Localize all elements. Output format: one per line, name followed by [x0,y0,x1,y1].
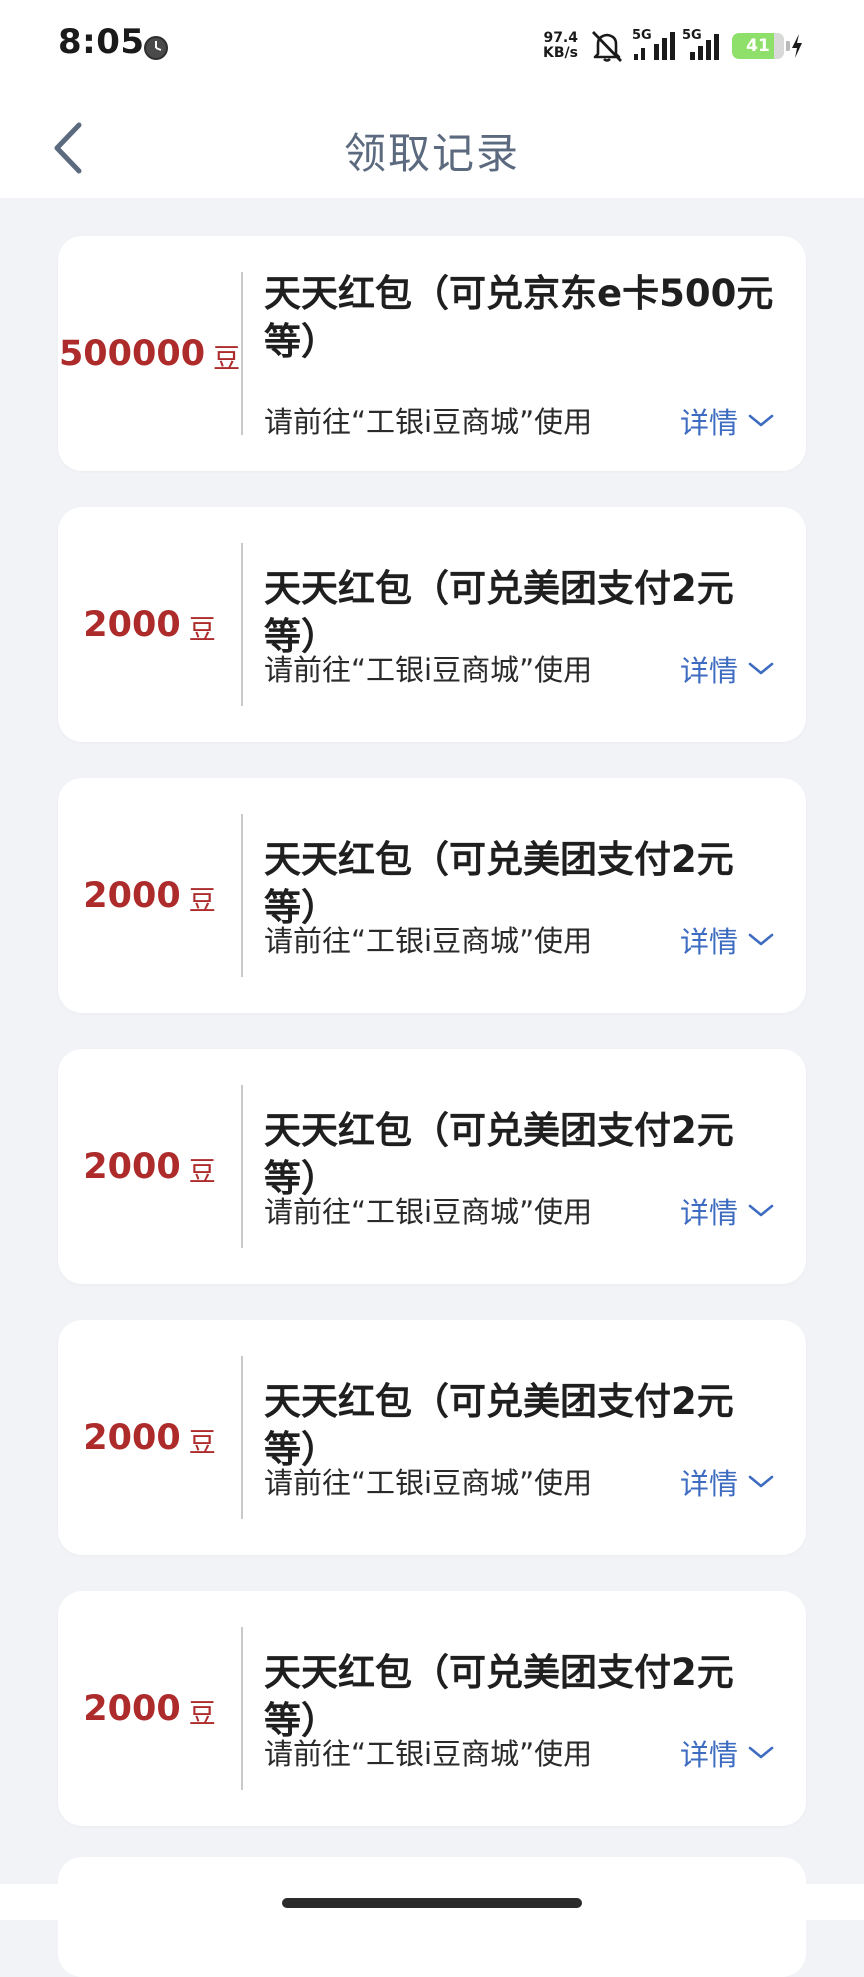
chevron-down-icon [748,933,774,946]
record-subtitle: 请前往“工银i豆商城”使用 [264,1466,593,1500]
chevron-down-icon [748,1475,774,1488]
status-indicators: 97.4 KB/s 5G 5G 41 [543,26,804,66]
divider [241,1085,243,1248]
record-card: 2000 豆 天天红包（可兑美团支付2元等） 请前往“工银i豆商城”使用 详情 [58,1591,806,1826]
chevron-down-icon [748,1204,774,1217]
bean-amount: 2000 豆 [58,1591,241,1826]
amount-unit: 豆 [188,1157,216,1188]
signal-strength-1: 5G [632,28,676,64]
network-speed-unit: KB/s [543,45,578,61]
bean-amount: 2000 豆 [58,1320,241,1555]
record-subtitle: 请前往“工银i豆商城”使用 [264,924,593,958]
home-indicator[interactable] [282,1898,582,1908]
page-header: 领取记录 [0,96,864,198]
amount-unit: 豆 [188,886,216,917]
divider [241,272,243,435]
amount-value: 2000 [83,1146,181,1187]
amount-value: 2000 [83,875,181,916]
details-label: 详情 [679,1196,738,1230]
battery-indicator: 41 [732,33,790,59]
amount-value: 500000 [58,333,206,374]
record-subtitle: 请前往“工银i豆商城”使用 [264,1195,593,1229]
network-speed-value: 97.4 [543,30,578,46]
record-title: 天天红包（可兑京东e卡500元等） [264,272,774,363]
divider [241,543,243,706]
details-label: 详情 [679,1467,738,1501]
clock-icon [144,36,168,60]
charging-icon [792,34,802,58]
record-card: 2000 豆 天天红包（可兑美团支付2元等） 请前往“工银i豆商城”使用 详情 [58,1320,806,1555]
record-card: 500000 豆 天天红包（可兑京东e卡500元等） 请前往“工银i豆商城”使用… [58,236,806,471]
record-card: 2000 豆 天天红包（可兑美团支付2元等） 请前往“工银i豆商城”使用 详情 [58,1049,806,1284]
details-button[interactable]: 详情 [680,1461,774,1503]
record-card: 2000 豆 天天红包（可兑美团支付2元等） 请前往“工银i豆商城”使用 详情 [58,507,806,742]
chevron-down-icon [748,414,774,427]
chevron-down-icon [748,1746,774,1759]
details-button[interactable]: 详情 [680,1732,774,1774]
divider [241,814,243,977]
signal-strength-2: 5G [682,28,726,64]
record-list: 500000 豆 天天红包（可兑京东e卡500元等） 请前往“工银i豆商城”使用… [58,236,806,1862]
amount-value: 2000 [83,1417,181,1458]
record-card: 2000 豆 天天红包（可兑美团支付2元等） 请前往“工银i豆商城”使用 详情 [58,778,806,1013]
details-label: 详情 [679,654,738,688]
network-speed: 97.4 KB/s [543,31,578,61]
signal-bars-icon [634,32,675,60]
bean-amount: 2000 豆 [58,1049,241,1284]
details-label: 详情 [679,406,738,440]
signal-bars-icon [690,34,719,60]
divider [241,1627,243,1790]
record-subtitle: 请前往“工银i豆商城”使用 [264,405,593,439]
bean-amount: 2000 豆 [58,507,241,742]
amount-unit: 豆 [213,344,241,375]
status-time: 8:05 [58,22,145,62]
details-button[interactable]: 详情 [680,1190,774,1232]
details-button[interactable]: 详情 [680,400,774,442]
chevron-down-icon [748,662,774,675]
bean-amount: 2000 豆 [58,778,241,1013]
record-subtitle: 请前往“工银i豆商城”使用 [264,653,593,687]
details-label: 详情 [679,925,738,959]
amount-value: 2000 [83,1688,181,1729]
page-title: 领取记录 [343,129,520,178]
amount-unit: 豆 [188,1428,216,1459]
amount-unit: 豆 [188,1699,216,1730]
details-button[interactable]: 详情 [680,919,774,961]
status-bar: 8:05 97.4 KB/s 5G 5G 41 [0,0,864,96]
divider [241,1356,243,1519]
amount-value: 2000 [83,604,181,645]
amount-unit: 豆 [188,615,216,646]
details-button[interactable]: 详情 [680,648,774,690]
record-subtitle: 请前往“工银i豆商城”使用 [264,1737,593,1771]
battery-level: 41 [746,36,770,56]
details-label: 详情 [679,1738,738,1772]
bean-amount: 500000 豆 [58,236,241,471]
mute-bell-icon [591,31,623,62]
